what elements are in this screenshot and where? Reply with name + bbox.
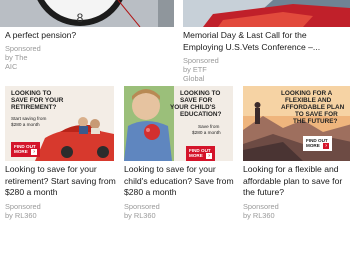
find-out-more-button[interactable]: FIND OUT MORE › xyxy=(186,146,216,161)
ad-subtext: $280 a month xyxy=(11,122,40,127)
clock-thumbnail[interactable]: 8 xyxy=(0,0,174,27)
ad-banner-retirement[interactable]: LOOKING TO SAVE FOR YOUR RETIREMENT? Sta… xyxy=(5,86,114,161)
cta-label: MORE xyxy=(189,153,203,159)
arrow-right-icon: › xyxy=(323,143,330,149)
cta-label: MORE xyxy=(14,149,28,155)
ad-headline: EDUCATION? xyxy=(180,111,222,118)
svg-text:8: 8 xyxy=(77,11,84,25)
find-out-more-button[interactable]: FIND OUT MORE › xyxy=(303,136,333,151)
ad-card-title[interactable]: Looking for a flexible and affordable pl… xyxy=(243,164,349,199)
find-out-more-button[interactable]: FIND OUT MORE › xyxy=(11,142,41,157)
ad-subtext: Save from xyxy=(198,124,220,129)
ad-headline: THE FUTURE? xyxy=(293,118,338,125)
sponsor-label: Sponsored by The AIC xyxy=(5,44,41,71)
ad-headline: YOUR CHILD'S xyxy=(170,104,216,111)
ad-card-title[interactable]: Looking to save for your retirement? Sta… xyxy=(5,164,117,199)
sponsor-label: Sponsored by RL360 xyxy=(5,202,41,220)
ad-subtext: $280 a month xyxy=(192,130,221,135)
car-thumbnail[interactable] xyxy=(183,0,350,27)
ad-headline: TO SAVE FOR xyxy=(295,111,338,118)
arrow-right-icon: › xyxy=(31,149,38,155)
ad-headline: SAVE FOR YOUR xyxy=(11,97,64,104)
ad-headline: LOOKING TO xyxy=(11,90,52,97)
ad-subtext: Start saving from xyxy=(11,116,47,121)
ad-banner-education[interactable]: LOOKING TO SAVE FOR YOUR CHILD'S EDUCATI… xyxy=(124,86,233,161)
top-card-title[interactable]: A perfect pension? xyxy=(5,30,175,42)
ad-headline: LOOKING TO xyxy=(180,90,221,97)
ad-headline: SAVE FOR xyxy=(180,97,213,104)
ad-headline: FLEXIBLE AND xyxy=(285,97,332,104)
ad-banner-future-plan[interactable]: LOOKING FOR A FLEXIBLE AND AFFORDABLE PL… xyxy=(243,86,350,161)
ad-headline: AFFORDABLE PLAN xyxy=(281,104,345,111)
sponsor-label: Sponsored by RL360 xyxy=(243,202,279,220)
ad-headline: RETIREMENT? xyxy=(11,104,57,111)
top-card-title[interactable]: Memorial Day & Last Call for the Employi… xyxy=(183,30,349,53)
cta-label: MORE xyxy=(306,143,320,149)
sponsor-label: Sponsored by RL360 xyxy=(124,202,160,220)
ad-card-title[interactable]: Looking to save for your child's educati… xyxy=(124,164,236,199)
ad-headline: LOOKING FOR A xyxy=(281,90,333,97)
sponsor-label: Sponsored by ETF Global xyxy=(183,56,219,83)
arrow-right-icon: › xyxy=(206,153,213,159)
